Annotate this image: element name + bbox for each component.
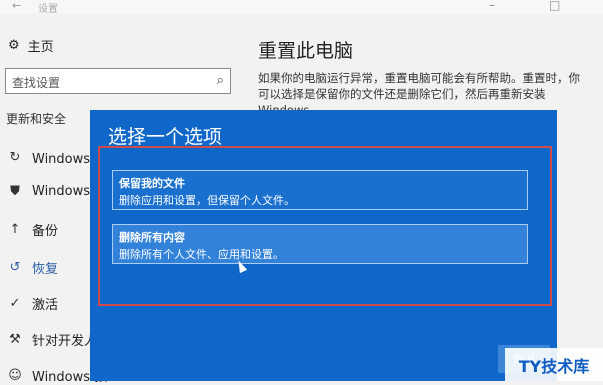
sidebar-item-home[interactable]: ⚙ 主页 bbox=[8, 36, 54, 55]
sync-icon: ↻ bbox=[9, 150, 21, 165]
developer-icon: ⚒ bbox=[9, 332, 21, 347]
maximize-icon[interactable]: □ bbox=[549, 0, 560, 12]
search-input[interactable]: 查找设置 ⌕ bbox=[5, 68, 231, 94]
sidebar-item-backup[interactable]: ↑ 备份 bbox=[8, 220, 58, 239]
sidebar-item-label: 激活 bbox=[32, 298, 59, 313]
remove-everything-option[interactable]: 删除所有内容 删除所有个人文件、应用和设置。 bbox=[112, 224, 528, 264]
description-line: 如果你的电脑运行异常，重置电脑可能会有所帮助。重置时，你 bbox=[258, 71, 580, 85]
section-title: 更新和安全 bbox=[6, 112, 67, 126]
search-icon[interactable]: ⌕ bbox=[217, 73, 224, 88]
search-placeholder: 查找设置 bbox=[12, 76, 61, 90]
description-line: 可以选择是保留你的文件还是删除它们，然后再重新安装 bbox=[258, 87, 546, 101]
page-title: 重置此电脑 bbox=[258, 40, 354, 62]
sidebar-item-developers[interactable]: ⚒ 针对开发人 bbox=[8, 330, 97, 349]
sidebar-item-activation[interactable]: ✓ 激活 bbox=[8, 294, 58, 313]
keep-files-option[interactable]: 保留我的文件 删除应用和设置，但保留个人文件。 bbox=[112, 170, 528, 210]
dialog-title: 选择一个选项 bbox=[108, 126, 223, 148]
sidebar-item-label: 主页 bbox=[27, 40, 54, 55]
shield-icon: ⛊ bbox=[10, 184, 20, 199]
watermark: TY技术库 bbox=[505, 348, 603, 381]
option-title: 删除所有内容 bbox=[119, 231, 185, 244]
option-description: 删除应用和设置，但保留个人文件。 bbox=[119, 194, 295, 207]
reset-options-dialog: 选择一个选项 保留我的文件 删除应用和设置，但保留个人文件。 删除所有内容 删除… bbox=[90, 110, 557, 381]
gear-icon: ⚙ bbox=[8, 38, 20, 53]
minimize-icon[interactable]: – bbox=[489, 0, 495, 12]
sidebar-item-label: 备份 bbox=[32, 224, 59, 239]
sidebar-item-label: 恢复 bbox=[32, 262, 59, 277]
sidebar-item-recovery[interactable]: ↺ 恢复 bbox=[8, 258, 58, 277]
title-bar: ← 设置 – □ bbox=[0, 0, 603, 15]
option-title: 保留我的文件 bbox=[119, 177, 185, 190]
sidebar-item-label: 针对开发人 bbox=[32, 334, 98, 349]
activation-icon: ✓ bbox=[9, 296, 21, 311]
option-description: 删除所有个人文件、应用和设置。 bbox=[119, 248, 284, 261]
backup-icon: ↑ bbox=[9, 222, 21, 237]
recovery-icon: ↺ bbox=[9, 260, 21, 275]
back-arrow-icon[interactable]: ← bbox=[12, 0, 21, 12]
window-title: 设置 bbox=[38, 4, 58, 15]
